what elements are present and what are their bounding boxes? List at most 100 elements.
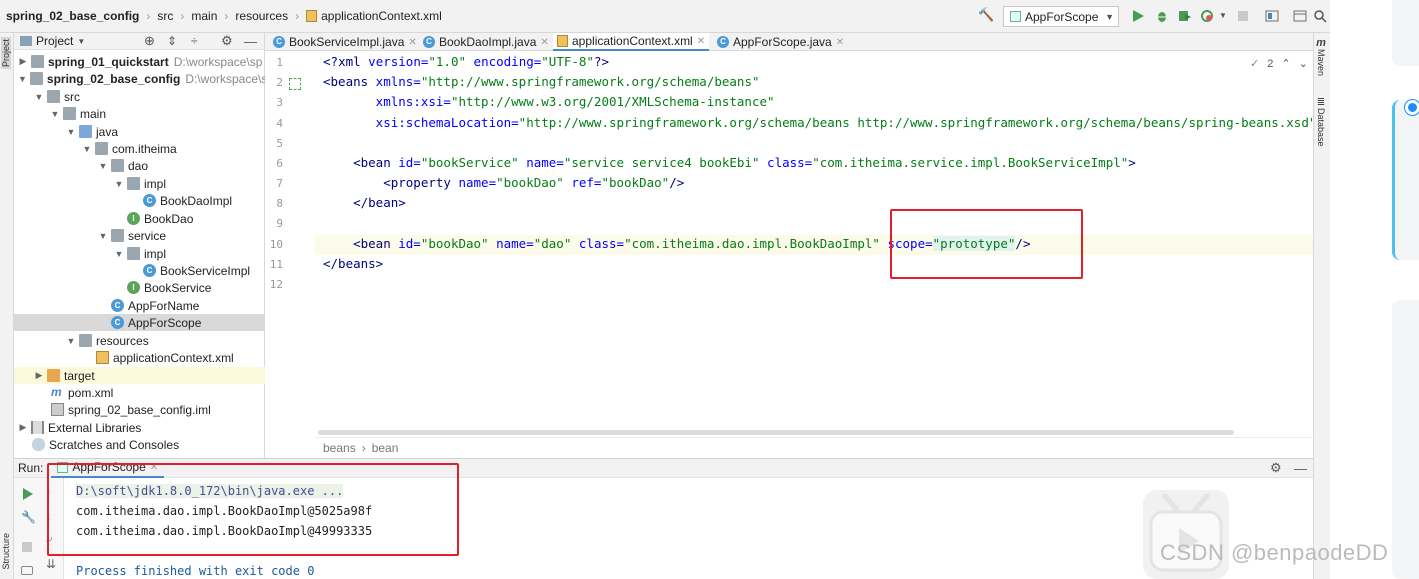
chevron-right-icon[interactable]: ▶ — [18, 422, 28, 433]
chevron-down-icon[interactable]: ▼ — [18, 74, 27, 84]
tab-applicationcontext[interactable]: applicationContext.xml ✕ — [553, 33, 710, 51]
tree-item-appforscope[interactable]: C AppForScope — [14, 314, 265, 331]
chevron-down-icon[interactable]: ▼ — [82, 144, 92, 154]
bean-gutter-icon[interactable] — [289, 78, 301, 90]
run-icon[interactable] — [1131, 9, 1145, 23]
tab-appforscope[interactable]: C AppForScope.java ✕ — [713, 33, 848, 51]
tree-label: dao — [128, 158, 149, 173]
tree-item-bookdaoimpl[interactable]: C BookDaoImpl — [14, 192, 265, 209]
chevron-down-icon[interactable]: ▼ — [98, 161, 108, 171]
maven-tool-button[interactable]: m Maven — [1316, 37, 1326, 76]
breadcrumb-main[interactable]: main — [191, 9, 217, 23]
interface-icon: I — [127, 212, 140, 225]
chevron-down-icon[interactable]: ▼ — [77, 37, 85, 46]
crumb-bean[interactable]: bean — [372, 441, 399, 455]
gear-icon[interactable]: ⚙ — [221, 33, 233, 49]
close-icon[interactable]: ✕ — [697, 36, 705, 47]
run-configuration-select[interactable]: AppForScope ▼ — [1003, 6, 1119, 27]
notification-dot — [1405, 100, 1419, 115]
inspection-widget[interactable]: ✓ 2 ⌃ ⌄ — [1250, 57, 1308, 70]
profile-icon[interactable] — [1200, 9, 1214, 23]
app-icon — [1010, 11, 1021, 22]
chevron-right-icon[interactable]: ▶ — [34, 370, 44, 381]
chevron-down-icon[interactable]: ▼ — [66, 127, 76, 137]
tree-item-pom[interactable]: m pom.xml — [14, 384, 265, 401]
tree-item-dao[interactable]: ▼ dao — [14, 157, 265, 174]
build-hammer-icon[interactable]: 🔨 — [978, 7, 994, 22]
project-panel-title[interactable]: Project — [36, 34, 73, 48]
chevron-down-icon[interactable]: ▼ — [1219, 11, 1233, 25]
minimize-icon[interactable]: — — [1294, 461, 1307, 476]
horizontal-scrollbar[interactable] — [318, 430, 1234, 435]
tree-item-spring02[interactable]: ▼ spring_02_base_config D:\workspace\s — [14, 70, 267, 87]
tree-item-service-impl[interactable]: ▼ impl — [14, 245, 265, 262]
tab-bookdaoimpl[interactable]: C BookDaoImpl.java ✕ — [419, 33, 553, 51]
database-tool-button[interactable]: ≣ Database — [1316, 97, 1326, 147]
gear-icon[interactable]: ⚙ — [1270, 460, 1282, 476]
stop-icon[interactable] — [22, 542, 32, 552]
locate-icon[interactable]: ⊕ — [144, 33, 155, 49]
tree-item-service[interactable]: ▼ service — [14, 227, 265, 244]
wrench-icon[interactable]: 🔧 — [21, 510, 36, 524]
breadcrumb-file[interactable]: applicationContext.xml — [321, 9, 442, 23]
coverage-icon[interactable] — [1178, 9, 1192, 23]
camera-icon[interactable] — [21, 566, 33, 575]
page-side-area — [1330, 0, 1419, 579]
code-line-6: <bean id="bookService" name="service ser… — [323, 155, 1136, 170]
tree-item-main[interactable]: ▼ main — [14, 105, 265, 122]
layout-icon[interactable] — [1293, 9, 1307, 23]
line-number: 4 — [276, 117, 283, 130]
tab-bookserviceimpl[interactable]: C BookServiceImpl.java ✕ — [269, 33, 421, 51]
tree-label: com.itheima — [112, 141, 177, 156]
close-icon[interactable]: ✕ — [408, 37, 416, 48]
tree-item-external-libraries[interactable]: ▶ External Libraries — [14, 419, 265, 436]
editor-breadcrumb: beans › bean — [315, 437, 1313, 457]
breadcrumb-project[interactable]: spring_02_base_config — [6, 9, 139, 23]
search-icon[interactable] — [1313, 9, 1327, 23]
project-tool-button[interactable]: Project — [1, 37, 11, 70]
collapse-icon[interactable]: ⇕ — [167, 34, 177, 48]
crumb-beans[interactable]: beans — [323, 441, 356, 455]
chevron-down-icon[interactable]: ⌄ — [1299, 57, 1308, 70]
tree-item-dao-impl[interactable]: ▼ impl — [14, 175, 265, 192]
tree-item-spring01[interactable]: ▶ spring_01_quickstart D:\workspace\sp — [14, 53, 265, 70]
tree-item-bookservice[interactable]: I BookService — [14, 279, 265, 296]
tree-label: spring_01_quickstart — [48, 54, 169, 69]
stop-icon[interactable] — [1236, 9, 1250, 23]
module-folder-icon — [31, 55, 44, 68]
tree-item-iml[interactable]: spring_02_base_config.iml — [14, 401, 265, 418]
close-icon[interactable]: ✕ — [836, 37, 844, 48]
tree-item-scratches[interactable]: Scratches and Consoles — [14, 436, 265, 453]
project-structure-icon[interactable] — [1265, 9, 1279, 23]
tree-item-java[interactable]: ▼ java — [14, 123, 265, 140]
tree-label: BookDaoImpl — [160, 193, 233, 208]
chevron-down-icon[interactable]: ▼ — [114, 179, 124, 189]
minimize-icon[interactable]: — — [244, 34, 257, 49]
breadcrumb-resources[interactable]: resources — [235, 9, 288, 23]
chevron-up-icon[interactable]: ⌃ — [1281, 57, 1290, 70]
chevron-down-icon[interactable]: ▼ — [50, 109, 60, 119]
tree-item-target[interactable]: ▶ target — [14, 367, 265, 384]
chevron-down-icon[interactable]: ▼ — [34, 92, 44, 102]
chevron-down-icon[interactable]: ▼ — [114, 249, 124, 259]
tree-item-resources[interactable]: ▼ resources — [14, 332, 265, 349]
tree-item-com-itheima[interactable]: ▼ com.itheima — [14, 140, 265, 157]
database-label: Database — [1316, 108, 1326, 147]
chevron-down-icon[interactable]: ▼ — [66, 336, 76, 346]
chevron-down-icon[interactable]: ▼ — [98, 231, 108, 241]
chevron-right-icon[interactable]: ▶ — [18, 56, 28, 67]
sort-icon[interactable]: ⇊ — [46, 557, 56, 571]
tree-item-src[interactable]: ▼ src — [14, 88, 265, 105]
tree-item-bookserviceimpl[interactable]: C BookServiceImpl — [14, 262, 265, 279]
expand-icon[interactable]: ÷ — [191, 34, 198, 48]
close-icon[interactable]: ✕ — [540, 37, 548, 48]
tree-item-appforname[interactable]: C AppForName — [14, 297, 265, 314]
breadcrumb-src[interactable]: src — [157, 9, 173, 23]
code-editor[interactable]: <?xml version="1.0" encoding="UTF-8"?> <… — [315, 51, 1313, 437]
rerun-icon[interactable] — [22, 488, 34, 500]
iml-file-icon — [51, 403, 64, 416]
debug-icon[interactable] — [1155, 9, 1169, 23]
tree-item-applicationcontext[interactable]: applicationContext.xml — [14, 349, 265, 366]
structure-tool-button[interactable]: Structure — [1, 533, 11, 570]
tree-item-bookdao[interactable]: I BookDao — [14, 210, 265, 227]
